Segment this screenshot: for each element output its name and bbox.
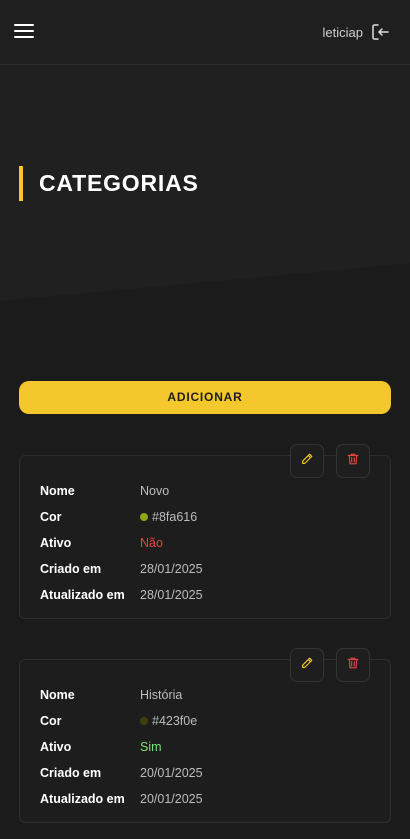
field-value-criado-em: 20/01/2025 (140, 766, 203, 780)
field-value-ativo: Não (140, 536, 163, 550)
field-label: Criado em (40, 562, 102, 576)
field-row-ativo: Ativo Sim (40, 734, 203, 760)
field-row-atualizado-em: Atualizado em 20/01/2025 (40, 786, 203, 812)
field-label: Nome (40, 688, 75, 702)
color-swatch (140, 717, 148, 725)
field-row-cor: Cor #8fa616 (40, 504, 203, 530)
trash-icon (346, 452, 360, 471)
field-label: Cor (40, 714, 62, 728)
color-hex: #423f0e (152, 714, 198, 728)
field-row-cor: Cor #423f0e (40, 708, 203, 734)
logout-icon[interactable] (370, 22, 390, 42)
field-label: Atualizado em (40, 792, 125, 806)
field-row-criado-em: Criado em 28/01/2025 (40, 556, 203, 582)
field-value-nome: Novo (140, 484, 170, 498)
delete-button[interactable] (336, 648, 370, 682)
color-hex: #8fa616 (152, 510, 198, 524)
field-row-atualizado-em: Atualizado em 28/01/2025 (40, 582, 203, 608)
field-value-ativo: Sim (140, 740, 162, 754)
hamburger-menu-icon[interactable] (14, 24, 34, 40)
field-label: Atualizado em (40, 588, 125, 602)
field-value-cor: #423f0e (140, 714, 197, 728)
trash-icon (346, 656, 360, 675)
field-value-atualizado-em: 28/01/2025 (140, 588, 203, 602)
field-row-nome: Nome História (40, 682, 203, 708)
field-value-criado-em: 28/01/2025 (140, 562, 203, 576)
field-label: Nome (40, 484, 75, 498)
field-label: Criado em (40, 766, 102, 780)
pencil-icon (300, 452, 314, 471)
field-label: Ativo (40, 536, 72, 550)
color-swatch (140, 513, 148, 521)
edit-button[interactable] (290, 444, 324, 478)
field-value-atualizado-em: 20/01/2025 (140, 792, 203, 806)
field-row-nome: Nome Novo (40, 478, 203, 504)
edit-button[interactable] (290, 648, 324, 682)
username-label: leticiap (322, 25, 363, 40)
add-category-button[interactable]: ADICIONAR (19, 381, 391, 414)
field-value-cor: #8fa616 (140, 510, 197, 524)
page-title: CATEGORIAS (39, 170, 199, 196)
field-row-criado-em: Criado em 20/01/2025 (40, 760, 203, 786)
top-navigation-bar: leticiap (0, 0, 410, 65)
field-value-nome: História (140, 688, 183, 702)
category-card: Nome Novo Cor #8fa616 Ativo Não Criado e… (19, 444, 391, 619)
field-label: Ativo (40, 740, 72, 754)
title-accent-bar (19, 166, 23, 201)
delete-button[interactable] (336, 444, 370, 478)
pencil-icon (300, 656, 314, 675)
field-label: Cor (40, 510, 62, 524)
category-card: Nome História Cor #423f0e Ativo Sim Cria… (19, 648, 391, 823)
field-row-ativo: Ativo Não (40, 530, 203, 556)
